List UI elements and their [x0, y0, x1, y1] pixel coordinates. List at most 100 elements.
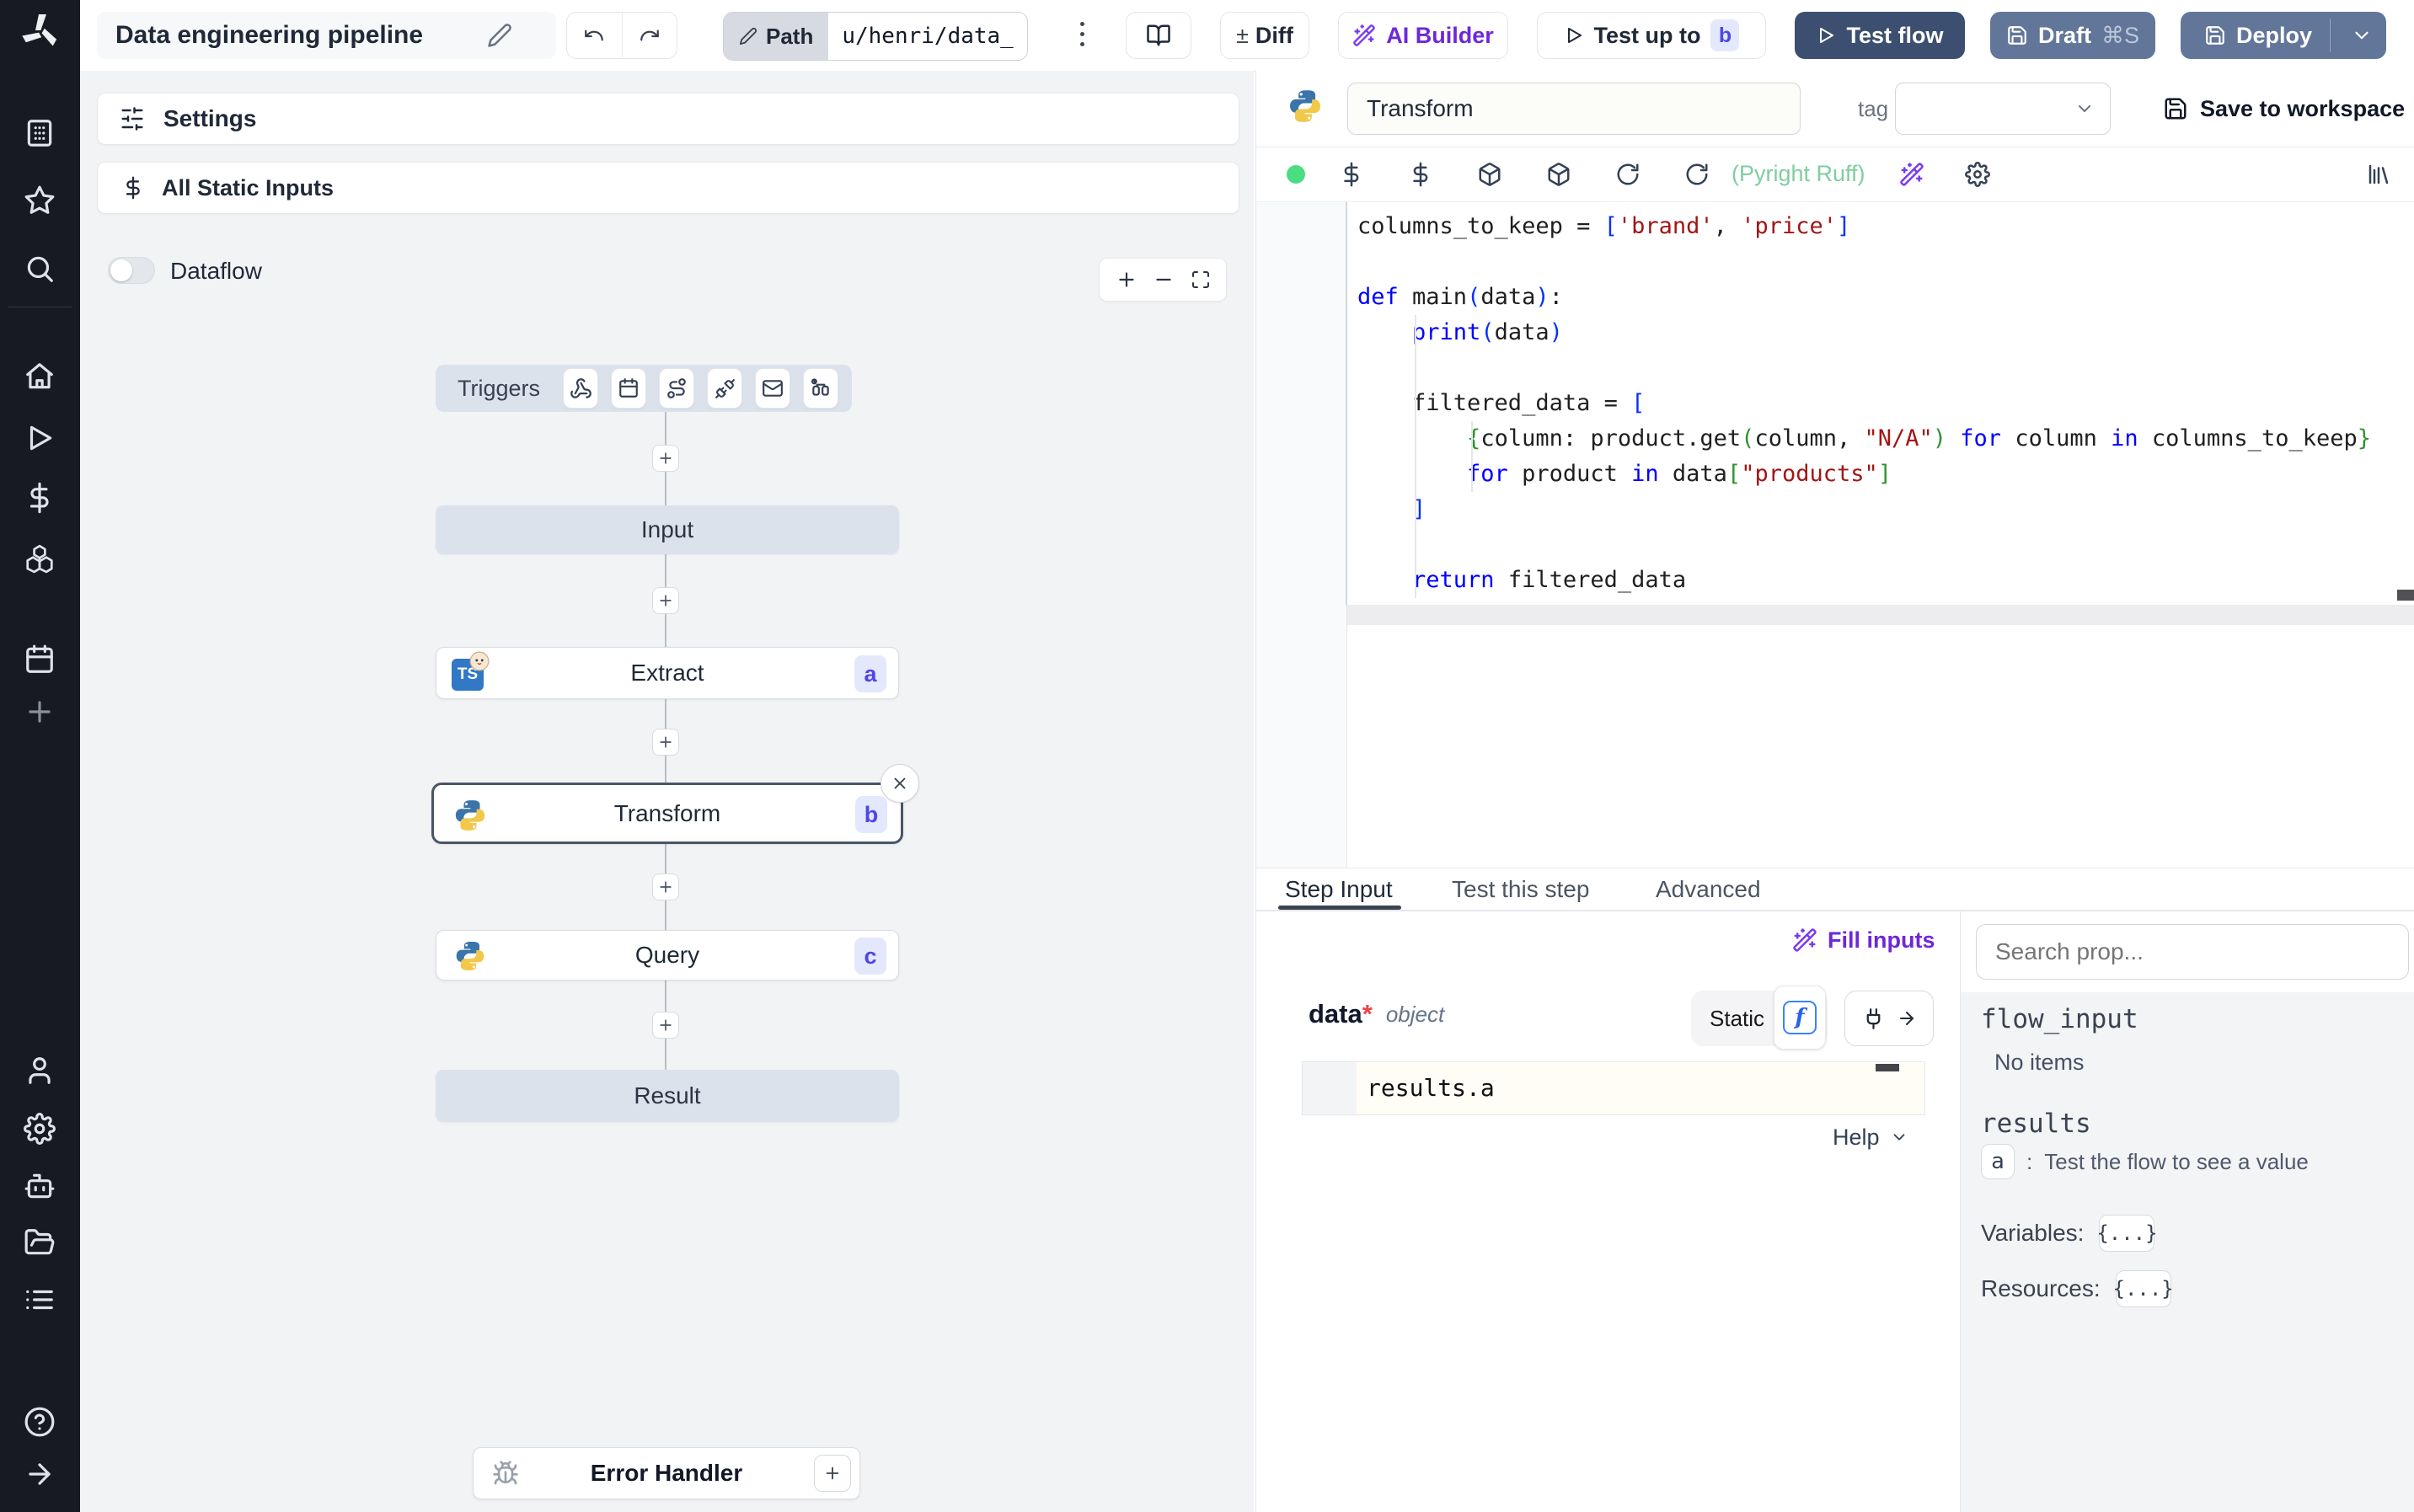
- insert-step-button[interactable]: [652, 874, 679, 900]
- reload-icon[interactable]: [1684, 162, 1710, 187]
- add-plus-icon[interactable]: [24, 696, 56, 728]
- library-icon[interactable]: [2366, 162, 2391, 187]
- static-mode-label[interactable]: Static: [1710, 1006, 1764, 1032]
- resources-object-badge[interactable]: {...}: [2113, 1270, 2174, 1307]
- step-key-badge: b: [1710, 19, 1740, 51]
- variables-dollar-icon[interactable]: [24, 482, 56, 514]
- save-to-workspace-button[interactable]: Save to workspace: [2163, 83, 2405, 135]
- assets-dollar-icon[interactable]: [1339, 162, 1364, 187]
- webhook-trigger-icon[interactable]: [563, 368, 599, 409]
- all-static-inputs-row[interactable]: All Static Inputs: [97, 162, 1239, 214]
- results-section-label[interactable]: results: [1981, 1109, 2091, 1139]
- search-icon[interactable]: [24, 253, 56, 285]
- path-chip[interactable]: Path u/henri/data_: [723, 12, 1028, 61]
- ai-builder-button[interactable]: AI Builder: [1338, 12, 1508, 59]
- insert-step-button[interactable]: [652, 587, 679, 614]
- zoom-out-minus-icon[interactable]: [1153, 269, 1175, 291]
- package-icon[interactable]: [1477, 162, 1502, 187]
- result-node[interactable]: Result: [436, 1070, 899, 1122]
- help-toggle[interactable]: Help: [1833, 1122, 1908, 1152]
- variables-dollar-icon[interactable]: [1408, 162, 1433, 187]
- http-route-trigger-icon[interactable]: [659, 368, 695, 409]
- insert-step-button[interactable]: [652, 1012, 679, 1039]
- result-key-badge[interactable]: a: [1981, 1144, 2015, 1179]
- schedules-calendar-icon[interactable]: [24, 644, 56, 676]
- transform-node[interactable]: Transform b: [431, 783, 903, 844]
- extract-node[interactable]: TS Extract a: [436, 647, 899, 699]
- ai-magic-wand-icon[interactable]: [1899, 162, 1924, 187]
- email-trigger-icon[interactable]: [755, 368, 791, 409]
- tag-label: tag: [1858, 96, 1889, 121]
- expression-value[interactable]: results.a: [1367, 1062, 1495, 1114]
- workspace-icon[interactable]: [24, 117, 56, 149]
- windmill-logo-icon[interactable]: [20, 12, 61, 52]
- flow-settings-row[interactable]: Settings: [97, 93, 1239, 145]
- tag-select[interactable]: [1895, 83, 2111, 135]
- variables-row[interactable]: Variables: {...}: [1981, 1215, 2158, 1252]
- code-lines[interactable]: columns_to_keep = ['brand', 'price'] def…: [1357, 209, 2371, 598]
- step-name-input[interactable]: [1347, 83, 1801, 135]
- folders-icon[interactable]: [24, 1226, 56, 1258]
- help-icon[interactable]: [24, 1406, 56, 1438]
- tab-step-input[interactable]: Step Input: [1285, 876, 1393, 903]
- chevron-down-icon: [2079, 105, 2090, 112]
- favorites-star-icon[interactable]: [24, 184, 56, 216]
- remove-step-close-icon[interactable]: [880, 764, 919, 803]
- edit-title-pencil-icon[interactable]: [487, 23, 512, 48]
- test-up-to-button[interactable]: Test up to b: [1537, 12, 1766, 59]
- undo-button[interactable]: [567, 13, 623, 58]
- redo-button[interactable]: [623, 13, 677, 58]
- insert-step-button[interactable]: [652, 729, 679, 756]
- editor-settings-gear-icon[interactable]: [1964, 161, 1990, 187]
- play-icon: [1567, 28, 1582, 43]
- function-f-icon: f: [1783, 1001, 1817, 1034]
- input-node[interactable]: Input: [436, 505, 899, 554]
- editor-scrollbar-thumb[interactable]: [2397, 590, 2414, 601]
- path-value[interactable]: u/henri/data_: [828, 13, 1027, 60]
- more-options-kebab-icon[interactable]: [1079, 19, 1085, 52]
- query-node-badge: c: [854, 938, 886, 975]
- logs-list-icon[interactable]: [24, 1284, 56, 1316]
- resources-row[interactable]: Resources: {...}: [1981, 1270, 2174, 1307]
- diff-button[interactable]: ± Diff: [1220, 12, 1309, 59]
- runs-play-icon[interactable]: [24, 422, 56, 454]
- workers-robot-icon[interactable]: [24, 1170, 56, 1202]
- query-node[interactable]: Query c: [436, 930, 899, 980]
- expression-editor[interactable]: results.a: [1302, 1061, 1925, 1115]
- flow-input-section-label[interactable]: flow_input: [1981, 1004, 2138, 1034]
- test-flow-button[interactable]: Test flow: [1795, 12, 1965, 59]
- tab-test-this-step[interactable]: Test this step: [1452, 876, 1589, 903]
- expression-mode-button[interactable]: f: [1774, 986, 1826, 1050]
- variables-object-badge[interactable]: {...}: [2096, 1215, 2158, 1252]
- draft-button[interactable]: Draft ⌘S: [1990, 12, 2155, 59]
- search-prop-input[interactable]: [1976, 924, 2409, 980]
- fit-view-icon[interactable]: [1191, 270, 1211, 290]
- fill-inputs-button[interactable]: Fill inputs: [1792, 925, 1935, 955]
- schedule-trigger-icon[interactable]: [611, 368, 647, 409]
- windmill-flow-editor: Data engineering pipeline Path u/henri/d…: [0, 0, 2414, 1512]
- tab-advanced[interactable]: Advanced: [1656, 876, 1761, 903]
- resources-cubes-icon[interactable]: [24, 543, 56, 575]
- result-a-row[interactable]: a : Test the flow to see a value: [1981, 1144, 2309, 1179]
- settings-gear-icon[interactable]: [24, 1113, 56, 1145]
- canvas-zoom-controls: [1099, 258, 1227, 302]
- package-icon[interactable]: [1546, 162, 1571, 187]
- insert-step-button[interactable]: [652, 445, 679, 472]
- add-error-handler-button[interactable]: [814, 1455, 851, 1492]
- reload-icon[interactable]: [1615, 162, 1641, 187]
- websocket-plug-trigger-icon[interactable]: [707, 368, 743, 409]
- deploy-dropdown-chevron-icon[interactable]: [2336, 12, 2386, 59]
- connect-input-button[interactable]: [1844, 991, 1934, 1046]
- dataflow-toggle[interactable]: [108, 257, 155, 284]
- triggers-node[interactable]: Triggers: [436, 365, 852, 412]
- extract-node-label: Extract: [630, 660, 704, 686]
- home-icon[interactable]: [24, 361, 56, 393]
- zoom-in-plus-icon[interactable]: [1116, 269, 1137, 291]
- user-icon[interactable]: [24, 1055, 56, 1087]
- docs-book-button[interactable]: [1126, 12, 1191, 59]
- error-handler-node[interactable]: Error Handler: [473, 1447, 860, 1499]
- field-data-heading: data * object: [1309, 997, 1444, 1031]
- result-separator: :: [2026, 1148, 2033, 1174]
- expand-arrow-icon[interactable]: [24, 1458, 56, 1490]
- poll-watch-trigger-icon[interactable]: [803, 368, 839, 409]
